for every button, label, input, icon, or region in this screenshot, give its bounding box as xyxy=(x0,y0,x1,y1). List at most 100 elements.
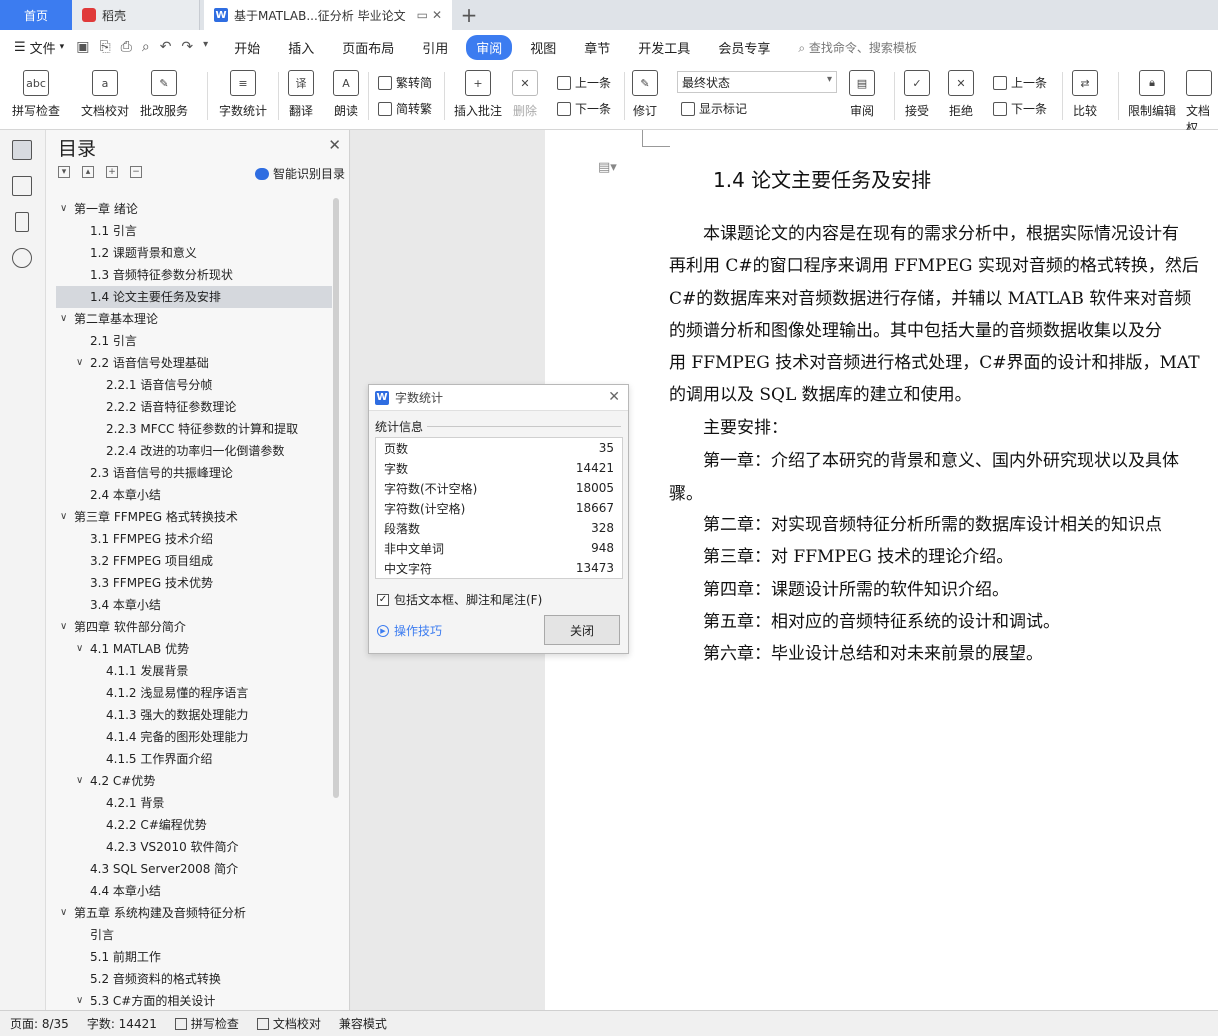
toc-item[interactable]: 4.2.1 背景 xyxy=(56,792,332,814)
toc-item[interactable]: ∨ 第一章 绪论 xyxy=(56,198,332,220)
toc-item[interactable]: 4.1.1 发展背景 xyxy=(56,660,332,682)
toc-item[interactable]: ∨ 4.1 MATLAB 优势 xyxy=(56,638,332,660)
expand-all-icon[interactable]: ▾ xyxy=(58,166,70,178)
chevron-down-icon[interactable]: ∨ xyxy=(76,990,83,1010)
menu-tab-member[interactable]: 会员专享 xyxy=(708,35,780,60)
tab-close-icon[interactable]: ✕ xyxy=(432,8,442,22)
tab-restore-icon[interactable]: ▭ xyxy=(417,8,428,22)
spellcheck-button[interactable]: abc 拼写检查 xyxy=(12,70,60,119)
undo-icon[interactable]: ↶ xyxy=(160,39,172,55)
show-marks-button[interactable]: 显示标记 xyxy=(681,100,747,117)
toc-item[interactable]: 4.4 本章小结 xyxy=(56,880,332,902)
tips-link[interactable]: ▶ 操作技巧 xyxy=(377,622,442,639)
batch-service-button[interactable]: ✎ 批改服务 xyxy=(140,70,188,119)
toc-item[interactable]: ∨ 第四章 软件部分简介 xyxy=(56,616,332,638)
toc-item[interactable]: 2.2.4 改进的功率归一化倒谱参数 xyxy=(56,440,332,462)
chevron-down-icon[interactable]: ∨ xyxy=(76,352,83,374)
doc-permission-button[interactable]: 文档权 xyxy=(1186,70,1218,136)
command-search[interactable]: ⌕ 查找命令、搜索模板 xyxy=(798,39,917,56)
chevron-down-icon[interactable]: ∨ xyxy=(76,770,83,792)
menu-tab-review[interactable]: 审阅 xyxy=(466,34,513,60)
accept-button[interactable]: ✓ 接受 xyxy=(904,70,930,119)
search-icon[interactable] xyxy=(12,248,32,268)
status-proof[interactable]: 文档校对 xyxy=(256,1015,321,1032)
export-icon[interactable]: ⎘ xyxy=(99,39,110,55)
remove-item-icon[interactable]: − xyxy=(130,166,142,178)
word-count-indicator[interactable]: 字数: 14421 xyxy=(87,1015,157,1032)
toc-item[interactable]: 3.1 FFMPEG 技术介绍 xyxy=(56,528,332,550)
close-icon[interactable]: ✕ xyxy=(328,136,341,154)
menu-tab-insert[interactable]: 插入 xyxy=(278,35,324,60)
toc-item[interactable]: 4.3 SQL Server2008 简介 xyxy=(56,858,332,880)
toc-item[interactable]: ∨ 5.3 C#方面的相关设计 xyxy=(56,990,332,1010)
toc-scrollbar[interactable] xyxy=(333,198,339,798)
new-tab-button[interactable]: + xyxy=(452,0,486,30)
prev-comment-button[interactable]: 上一条 xyxy=(557,74,611,91)
toc-item[interactable]: ∨ 第二章基本理论 xyxy=(56,308,332,330)
next-comment-button[interactable]: 下一条 xyxy=(557,100,611,117)
toc-item[interactable]: 1.1 引言 xyxy=(56,220,332,242)
tab-document[interactable]: W 基于MATLAB...征分析 毕业论文 ▭ ✕ xyxy=(204,0,452,30)
page-indicator[interactable]: 页面: 8/35 xyxy=(10,1015,69,1032)
restrict-edit-button[interactable]: 🔒︎ 限制编辑 xyxy=(1128,70,1176,119)
toc-item[interactable]: 1.3 音频特征参数分析现状 xyxy=(56,264,332,286)
file-menu[interactable]: ☰ 文件 ▾ xyxy=(14,38,64,57)
menu-tab-references[interactable]: 引用 xyxy=(412,35,458,60)
simp-convert-button[interactable]: 简转繁 xyxy=(378,100,432,117)
dialog-titlebar[interactable]: W 字数统计 xyxy=(369,385,628,411)
toc-item[interactable]: 5.2 音频资料的格式转换 xyxy=(56,968,332,990)
status-spellcheck[interactable]: 拼写检查 xyxy=(174,1015,239,1032)
chapter-nav-icon[interactable] xyxy=(12,176,32,196)
toc-item[interactable]: 3.4 本章小结 xyxy=(56,594,332,616)
chevron-down-icon[interactable]: ∨ xyxy=(60,308,67,330)
menu-tab-home[interactable]: 开始 xyxy=(224,35,270,60)
insert-comment-button[interactable]: + 插入批注 xyxy=(454,70,502,119)
reject-button[interactable]: ✕ 拒绝 xyxy=(948,70,974,119)
toc-item[interactable]: ∨ 第三章 FFMPEG 格式转换技术 xyxy=(56,506,332,528)
include-textbox-checkbox[interactable]: ✓ 包括文本框、脚注和尾注(F) xyxy=(377,591,542,608)
print-preview-icon[interactable]: ⌕ xyxy=(142,39,150,55)
toc-item[interactable]: 2.4 本章小结 xyxy=(56,484,332,506)
word-count-button[interactable]: ≡ 字数统计 xyxy=(219,70,267,119)
tab-daoke[interactable]: 稻壳 xyxy=(72,0,200,30)
toc-item[interactable]: ∨ 2.2 语音信号处理基础 xyxy=(56,352,332,374)
toc-item[interactable]: 1.4 论文主要任务及安排 xyxy=(56,286,332,308)
menu-tab-view[interactable]: 视图 xyxy=(520,35,566,60)
compare-button[interactable]: ⇄ 比较 xyxy=(1072,70,1098,119)
add-item-icon[interactable]: + xyxy=(106,166,118,178)
toc-item[interactable]: 4.1.2 浅显易懂的程序语言 xyxy=(56,682,332,704)
toc-item[interactable]: 3.2 FFMPEG 项目组成 xyxy=(56,550,332,572)
page-options-icon[interactable]: ▤▾ xyxy=(598,160,617,175)
close-button[interactable]: 关闭 xyxy=(544,615,620,645)
toc-item[interactable]: 2.1 引言 xyxy=(56,330,332,352)
tab-home[interactable]: 首页 xyxy=(0,0,72,30)
toc-item[interactable]: 4.1.3 强大的数据处理能力 xyxy=(56,704,332,726)
markup-state-select[interactable]: 最终状态 ▾ xyxy=(677,71,837,93)
translate-button[interactable]: 译翻译 xyxy=(288,70,314,119)
prev-change-button[interactable]: 上一条 xyxy=(993,74,1047,91)
print-icon[interactable]: ⎙ xyxy=(121,39,132,55)
save-icon[interactable]: ▣ xyxy=(76,39,89,55)
toc-icon[interactable] xyxy=(12,140,32,160)
toc-item[interactable]: 4.1.5 工作界面介绍 xyxy=(56,748,332,770)
redo-icon[interactable]: ↷ xyxy=(181,39,193,55)
toc-item[interactable]: 3.3 FFMPEG 技术优势 xyxy=(56,572,332,594)
bookmark-icon[interactable] xyxy=(15,212,29,232)
toc-item[interactable]: 2.2.1 语音信号分帧 xyxy=(56,374,332,396)
chevron-down-icon[interactable]: ∨ xyxy=(76,638,83,660)
toc-item[interactable]: 2.2.2 语音特征参数理论 xyxy=(56,396,332,418)
close-icon[interactable]: ✕ xyxy=(608,389,620,405)
trad-convert-button[interactable]: 繁转简 xyxy=(378,74,432,91)
toc-item[interactable]: 1.2 课题背景和意义 xyxy=(56,242,332,264)
chevron-down-icon[interactable]: ∨ xyxy=(60,198,67,220)
smart-toc-button[interactable]: 智能识别目录 xyxy=(254,165,345,182)
revise-button[interactable]: ✎ 修订 xyxy=(632,70,658,119)
chevron-down-icon[interactable]: ∨ xyxy=(60,902,67,924)
next-change-button[interactable]: 下一条 xyxy=(993,100,1047,117)
menu-tab-layout[interactable]: 页面布局 xyxy=(332,35,404,60)
customize-icon[interactable]: ▾ xyxy=(203,39,208,55)
delete-comment-button[interactable]: ✕ 删除 xyxy=(512,70,538,119)
collapse-all-icon[interactable]: ▴ xyxy=(82,166,94,178)
toc-item[interactable]: ∨ 第五章 系统构建及音频特征分析 xyxy=(56,902,332,924)
toc-item[interactable]: 2.2.3 MFCC 特征参数的计算和提取 xyxy=(56,418,332,440)
